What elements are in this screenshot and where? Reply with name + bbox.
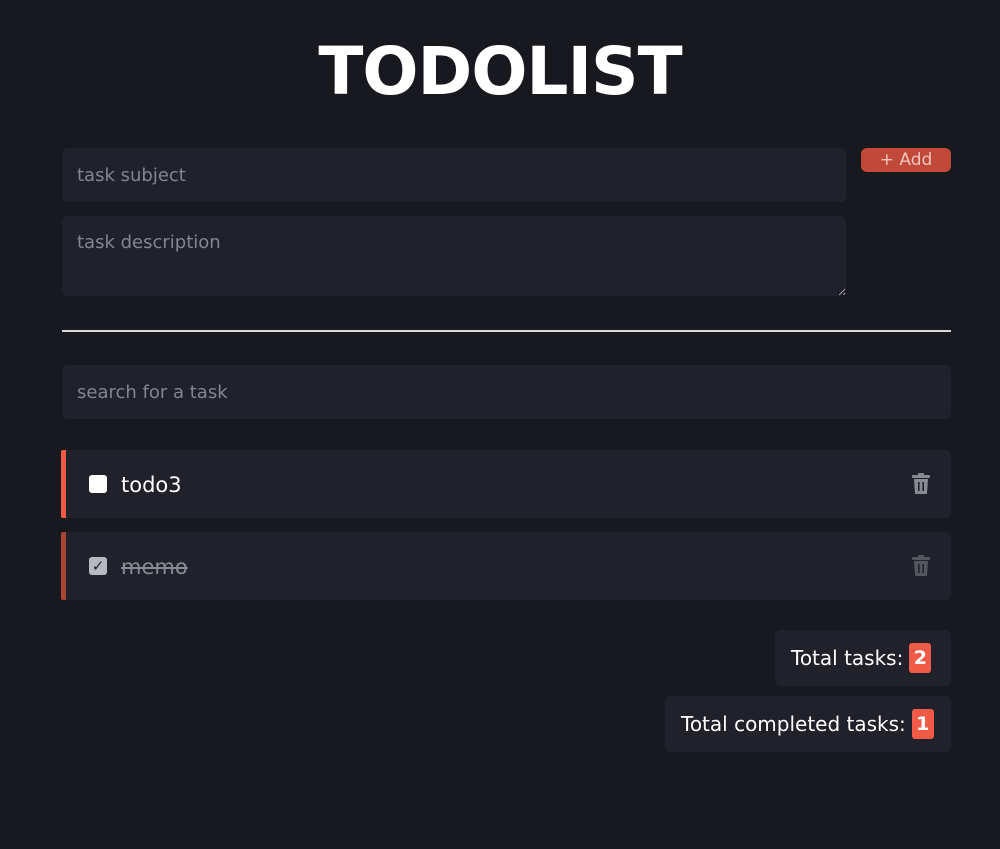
trash-icon[interactable]	[911, 555, 931, 577]
task-item: todo3	[61, 450, 951, 518]
add-task-button[interactable]: + Add	[861, 148, 951, 172]
completed-tasks-badge: 1	[911, 709, 934, 739]
total-tasks-stat: Total tasks: 2	[775, 630, 951, 686]
completed-tasks-stat: Total completed tasks: 1	[665, 696, 951, 752]
page-title: TODOLIST	[318, 33, 682, 110]
trash-icon[interactable]	[911, 473, 931, 495]
total-tasks-label: Total tasks:	[791, 646, 904, 670]
task-subject-input[interactable]	[62, 148, 846, 202]
task-item: ✓ memo	[61, 532, 951, 600]
task-description-input[interactable]	[62, 216, 846, 296]
completed-tasks-label: Total completed tasks:	[681, 712, 906, 736]
todo-app: TODOLIST + Add todo3 ✓ memo Tot	[0, 0, 1000, 849]
divider	[62, 330, 951, 332]
task-label: memo	[121, 555, 188, 579]
task-accent-bar	[61, 532, 66, 600]
total-tasks-badge: 2	[909, 643, 932, 673]
task-checkbox[interactable]: ✓	[89, 557, 107, 575]
search-input[interactable]	[62, 365, 951, 419]
task-label: todo3	[121, 473, 182, 497]
task-accent-bar	[61, 450, 66, 518]
check-icon: ✓	[91, 557, 105, 575]
task-checkbox[interactable]	[89, 475, 107, 493]
